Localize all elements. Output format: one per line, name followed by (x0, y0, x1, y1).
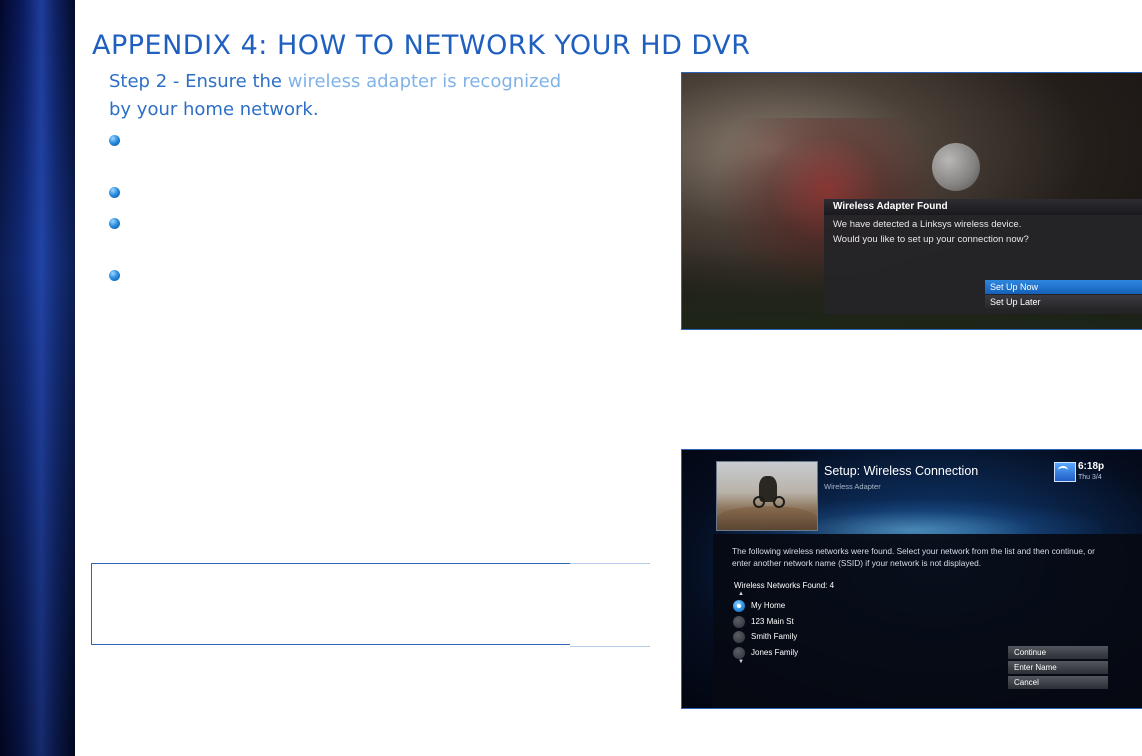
bullet-icon (109, 187, 120, 198)
bullet-icon (109, 135, 120, 146)
bullet-icon (109, 218, 120, 229)
scroll-down-icon[interactable]: ▼ (738, 659, 744, 665)
setup-title: Setup: Wireless Connection (824, 464, 979, 478)
directv-logo-icon (1054, 462, 1076, 482)
set-up-later-button[interactable]: Set Up Later (985, 295, 1142, 309)
set-up-now-button[interactable]: Set Up Now (985, 280, 1142, 294)
dialog-title: Wireless Adapter Found (824, 199, 1142, 215)
page-title: APPENDIX 4: HOW TO NETWORK YOUR HD DVR (92, 30, 751, 61)
continue-button[interactable]: Continue (1008, 646, 1108, 659)
screenshot-adapter-found: Wireless Adapter Found We have detected … (681, 72, 1142, 330)
clock-time: 6:18p (1078, 461, 1105, 472)
clock-date: Thu 3/4 (1078, 474, 1102, 481)
radio-icon (733, 616, 745, 628)
network-name: 123 Main St (751, 617, 794, 626)
networks-found-label: Wireless Networks Found: 4 (734, 581, 835, 590)
network-name: My Home (751, 601, 786, 610)
network-name: Jones Family (751, 648, 799, 657)
radio-icon (733, 631, 745, 643)
scroll-up-icon[interactable]: ▲ (738, 591, 744, 597)
enter-name-button[interactable]: Enter Name (1008, 661, 1108, 674)
note-box (91, 563, 650, 647)
screenshot-wireless-setup: Setup: Wireless Connection Wireless Adap… (681, 449, 1142, 709)
step-heading: Step 2 - Ensure the wireless adapter is … (109, 68, 639, 124)
hill-shape (717, 506, 817, 530)
decorative-sidebar (0, 0, 75, 756)
adapter-found-dialog: Wireless Adapter Found We have detected … (824, 199, 1142, 314)
networks-panel: The following wireless networks were fou… (713, 534, 1142, 708)
step-text-end: by your home network. (109, 99, 319, 120)
ball-image (932, 143, 980, 191)
dialog-line-1: We have detected a Linksys wireless devi… (833, 219, 1022, 230)
step-text-highlight: wireless adapter is recognized (287, 71, 562, 92)
bullet-icon (109, 270, 120, 281)
preview-thumbnail (716, 461, 818, 531)
dialog-message: We have detected a Linksys wireless devi… (833, 217, 1138, 247)
wheel-shape (773, 496, 785, 508)
network-name: Smith Family (751, 632, 798, 641)
cancel-button[interactable]: Cancel (1008, 676, 1108, 689)
dialog-line-2: Would you like to set up your connection… (833, 234, 1029, 245)
setup-subtitle: Wireless Adapter (824, 482, 881, 491)
wheel-shape (753, 496, 765, 508)
networks-description: The following wireless networks were fou… (732, 546, 1095, 568)
step-text-start: Step 2 - Ensure the (109, 71, 288, 92)
radio-selected-icon (733, 600, 745, 612)
radio-icon (733, 647, 745, 659)
